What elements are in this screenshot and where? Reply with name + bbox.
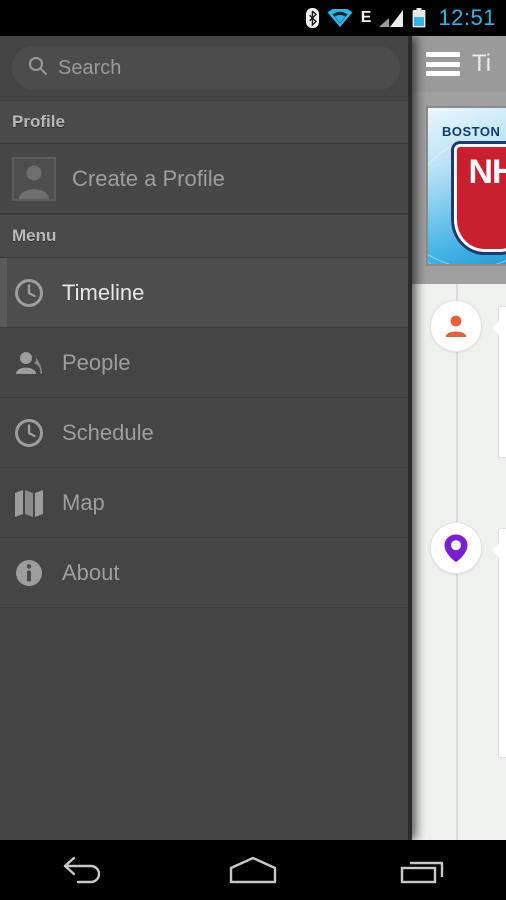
home-button[interactable] <box>208 846 298 894</box>
search-icon <box>28 56 48 81</box>
hamburger-menu-icon[interactable] <box>426 52 460 76</box>
clock-icon <box>12 417 46 449</box>
back-button[interactable] <box>39 846 129 894</box>
section-header-profile: Profile <box>0 100 412 144</box>
location-pin-icon <box>444 534 468 562</box>
battery-icon <box>412 8 426 28</box>
action-bar-title: Ti <box>472 50 492 77</box>
section-header-label: Menu <box>12 226 57 245</box>
section-header-label: Profile <box>12 112 65 131</box>
sidebar-item-map[interactable]: Map <box>0 468 412 538</box>
action-bar: Ti <box>412 36 506 92</box>
sidebar-item-create-profile[interactable]: Create a Profile <box>0 144 412 214</box>
timeline-card[interactable] <box>492 528 506 758</box>
sidebar-item-schedule[interactable]: Schedule <box>0 398 412 468</box>
search-bar-container: Search <box>0 36 412 100</box>
bluetooth-icon <box>305 8 319 28</box>
sidebar-item-label: Create a Profile <box>72 165 225 191</box>
clock-icon <box>12 277 46 309</box>
sidebar-item-about[interactable]: About <box>0 538 412 608</box>
cellular-signal-icon <box>379 9 404 28</box>
navigation-drawer: Search Profile Create a Profile Menu Tim… <box>0 36 412 840</box>
league-shield-logo: NH <box>454 144 506 252</box>
phone-screen: E 12:51 Ti BOSTON N Search Profile Creat… <box>0 0 506 900</box>
timeline-node-location[interactable] <box>430 522 482 574</box>
recents-button[interactable] <box>377 846 467 894</box>
map-icon <box>12 488 46 518</box>
sidebar-item-label: Schedule <box>62 419 154 445</box>
search-input[interactable]: Search <box>12 46 400 90</box>
info-icon <box>12 557 46 589</box>
network-type-icon: E <box>360 9 372 26</box>
timeline-list[interactable] <box>412 284 506 840</box>
status-bar: E 12:51 <box>0 0 506 36</box>
search-placeholder: Search <box>58 56 122 79</box>
sidebar-item-timeline[interactable]: Timeline <box>0 258 412 328</box>
poster-title: BOSTON <box>442 124 501 139</box>
content-panel: Ti BOSTON NH <box>412 36 506 840</box>
person-pin-icon <box>445 315 467 337</box>
timeline-node-person[interactable] <box>430 300 482 352</box>
sidebar-item-label: Map <box>62 489 105 515</box>
section-header-menu: Menu <box>0 214 412 258</box>
app-content: Ti BOSTON NH <box>0 36 506 840</box>
hero-banner: BOSTON NH <box>412 92 506 284</box>
status-bar-clock: 12:51 <box>438 5 496 30</box>
drawer-edge-shadow <box>408 36 412 840</box>
wifi-icon <box>327 8 353 28</box>
sidebar-item-label: People <box>62 349 131 375</box>
timeline-card[interactable] <box>492 306 506 458</box>
sidebar-item-people[interactable]: People <box>0 328 412 398</box>
system-navigation-bar <box>0 840 506 900</box>
event-poster-card[interactable]: BOSTON NH <box>426 106 506 266</box>
sidebar-item-label: Timeline <box>62 279 145 305</box>
sidebar-item-label: About <box>62 559 120 585</box>
person-icon <box>12 347 46 379</box>
avatar-placeholder-icon <box>12 156 56 201</box>
